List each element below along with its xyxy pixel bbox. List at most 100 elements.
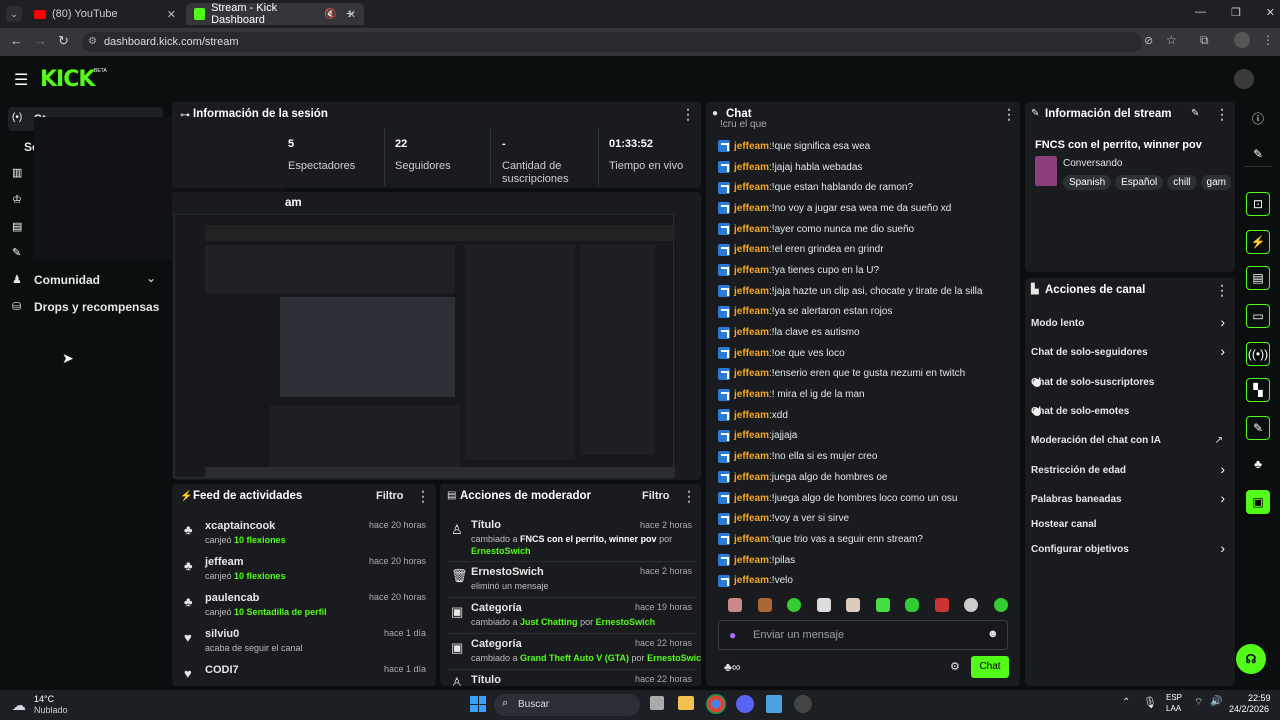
emote-icon[interactable] bbox=[728, 598, 742, 612]
wrench-icon[interactable]: ✎ bbox=[12, 246, 21, 259]
document-icon[interactable]: ▤ bbox=[1246, 266, 1270, 290]
info-icon[interactable]: ⓘ bbox=[1246, 106, 1270, 130]
forward-icon[interactable]: → bbox=[34, 33, 47, 48]
wrench-icon[interactable]: ✎ bbox=[1246, 416, 1270, 440]
channel-item-banned-words[interactable]: Palabras baneadas › bbox=[1031, 490, 1227, 512]
channel-actions-menu-icon[interactable]: ⋮ bbox=[1215, 282, 1229, 299]
points-icon[interactable]: ♣ bbox=[1246, 452, 1270, 476]
chat-send-button[interactable]: Chat bbox=[971, 656, 1009, 678]
chat-username[interactable]: jeffeam bbox=[734, 534, 769, 545]
mod-user-link[interactable]: ErnestoSwich bbox=[596, 617, 656, 627]
pencil-icon[interactable]: ✎ bbox=[1246, 142, 1270, 166]
gear-icon[interactable]: ⚙ bbox=[950, 660, 960, 673]
chat-username[interactable]: jeffeam bbox=[734, 141, 769, 152]
chat-menu-icon[interactable]: ⋮ bbox=[1002, 106, 1016, 123]
chrome-icon[interactable] bbox=[706, 694, 726, 714]
hamburger-icon[interactable]: ☰ bbox=[14, 70, 28, 90]
chat-username[interactable]: jeffeam bbox=[734, 472, 769, 483]
mod-menu-icon[interactable]: ⋮ bbox=[682, 488, 696, 505]
mod-user-link[interactable]: ErnestoSwich bbox=[647, 653, 701, 663]
chat-username[interactable]: jeffeam bbox=[734, 513, 769, 524]
emote-icon[interactable] bbox=[993, 598, 1008, 612]
trophy-icon[interactable]: ♔ bbox=[12, 193, 22, 206]
app-icon[interactable] bbox=[766, 695, 782, 713]
channel-item-age-restriction[interactable]: Restricción de edad › bbox=[1031, 461, 1227, 483]
obs-icon[interactable] bbox=[794, 695, 812, 713]
speaker-icon[interactable]: 🔊 bbox=[1210, 696, 1222, 707]
feed-user[interactable]: CODI7 bbox=[205, 664, 239, 676]
emote-icon[interactable] bbox=[934, 598, 949, 612]
kick-logo[interactable]: KICK bbox=[40, 67, 95, 92]
new-tab-button[interactable]: + bbox=[346, 5, 354, 21]
task-view-icon[interactable] bbox=[650, 696, 664, 710]
tab-search-button[interactable]: ⌄ bbox=[6, 6, 22, 22]
emote-icon[interactable] bbox=[964, 598, 979, 612]
chat-username[interactable]: jeffeam bbox=[734, 368, 769, 379]
chat-username[interactable]: jeffeam bbox=[734, 224, 769, 235]
chat-username[interactable]: jeffeam bbox=[734, 327, 769, 338]
channel-item-slow-mode[interactable]: Modo lento › bbox=[1031, 314, 1227, 336]
menu-icon[interactable]: ⋮ bbox=[1262, 33, 1274, 47]
maximize-icon[interactable]: ❐ bbox=[1231, 6, 1241, 19]
chat-username[interactable]: jeffeam bbox=[734, 162, 769, 173]
edit-icon[interactable]: ✎ bbox=[1191, 108, 1199, 119]
reload-icon[interactable]: ↻ bbox=[58, 33, 69, 49]
feed-filter-button[interactable]: Filtro bbox=[376, 490, 404, 502]
feed-user[interactable]: paulencab bbox=[205, 592, 259, 604]
chat-bubble-icon[interactable]: ▭ bbox=[1246, 304, 1270, 328]
chat-username[interactable]: jeffeam bbox=[734, 410, 769, 421]
extensions-icon[interactable]: ⧉ bbox=[1200, 33, 1209, 48]
clock-time[interactable]: 22:59 bbox=[1248, 693, 1271, 703]
close-window-icon[interactable]: ✕ bbox=[1266, 6, 1275, 19]
feed-user[interactable]: jeffeam bbox=[205, 556, 244, 568]
channel-item-ai-moderation[interactable]: Moderación del chat con IA ↗ bbox=[1031, 431, 1227, 453]
chat-username[interactable]: jeffeam bbox=[734, 265, 769, 276]
monetization-icon[interactable]: ▤ bbox=[12, 220, 22, 233]
chat-username[interactable]: jeffeam bbox=[734, 430, 769, 441]
file-explorer-icon[interactable] bbox=[678, 696, 694, 710]
discord-icon[interactable] bbox=[736, 695, 754, 713]
bolt-icon[interactable]: ⚡ bbox=[1246, 230, 1270, 254]
feed-menu-icon[interactable]: ⋮ bbox=[416, 488, 430, 505]
user-avatar[interactable] bbox=[1234, 69, 1254, 89]
session-menu-icon[interactable]: ⋮ bbox=[681, 106, 695, 123]
taskbar-search[interactable]: ⌕ Buscar bbox=[494, 694, 640, 716]
emote-icon[interactable] bbox=[905, 598, 920, 612]
emote-icon[interactable] bbox=[757, 598, 772, 612]
microphone-icon[interactable]: 🎙 bbox=[1143, 696, 1157, 709]
emote-icon[interactable] bbox=[846, 598, 861, 612]
language-code[interactable]: ESP bbox=[1166, 693, 1182, 702]
points-icon[interactable]: ♣∞ bbox=[724, 660, 740, 674]
chat-username[interactable]: jeffeam bbox=[734, 244, 769, 255]
chat-username[interactable]: jeffeam bbox=[734, 493, 769, 504]
feed-user[interactable]: xcaptaincook bbox=[205, 520, 275, 532]
mod-user-link[interactable]: ErnestoSwich bbox=[471, 546, 531, 556]
chat-username[interactable]: jeffeam bbox=[734, 555, 769, 566]
emote-icon[interactable] bbox=[787, 598, 802, 612]
sidebar-item-comunidad[interactable]: ♟ Comunidad ⌄ bbox=[8, 270, 163, 290]
close-icon[interactable]: ✕ bbox=[167, 8, 176, 21]
star-icon[interactable]: ☆ bbox=[1166, 33, 1177, 47]
support-icon[interactable]: ☊ bbox=[1236, 644, 1266, 674]
chat-username[interactable]: jeffeam bbox=[734, 575, 769, 586]
site-info-icon[interactable]: ⚙ bbox=[88, 32, 97, 52]
sidebar-item-drops[interactable]: ⛁ Drops y recompensas bbox=[8, 297, 163, 317]
chat-username[interactable]: jeffeam bbox=[734, 348, 769, 359]
channel-item-goals[interactable]: Configurar objetivos › bbox=[1031, 540, 1227, 562]
weather-temp[interactable]: 14°C bbox=[34, 694, 54, 704]
add-widget-icon[interactable]: ▣ bbox=[1246, 490, 1270, 514]
chat-username[interactable]: jeffeam bbox=[734, 286, 769, 297]
mute-icon[interactable]: 🔇 bbox=[324, 9, 336, 20]
chat-username[interactable]: jeffeam bbox=[734, 451, 769, 462]
eye-off-icon[interactable]: ⊘ bbox=[1144, 34, 1153, 47]
feed-user[interactable]: silviu0 bbox=[205, 628, 239, 640]
stream-info-menu-icon[interactable]: ⋮ bbox=[1215, 106, 1229, 123]
tab-youtube[interactable]: (80) YouTube ✕ bbox=[26, 3, 184, 25]
emote-icon[interactable] bbox=[816, 598, 831, 612]
chat-username[interactable]: jeffeam bbox=[734, 389, 769, 400]
back-icon[interactable]: ← bbox=[10, 33, 23, 48]
analytics-icon[interactable]: ▥ bbox=[12, 166, 22, 179]
emote-icon[interactable] bbox=[875, 598, 890, 612]
mod-highlight[interactable]: Just Chatting bbox=[520, 617, 578, 627]
mod-highlight[interactable]: Grand Theft Auto V (GTA) bbox=[520, 653, 629, 663]
